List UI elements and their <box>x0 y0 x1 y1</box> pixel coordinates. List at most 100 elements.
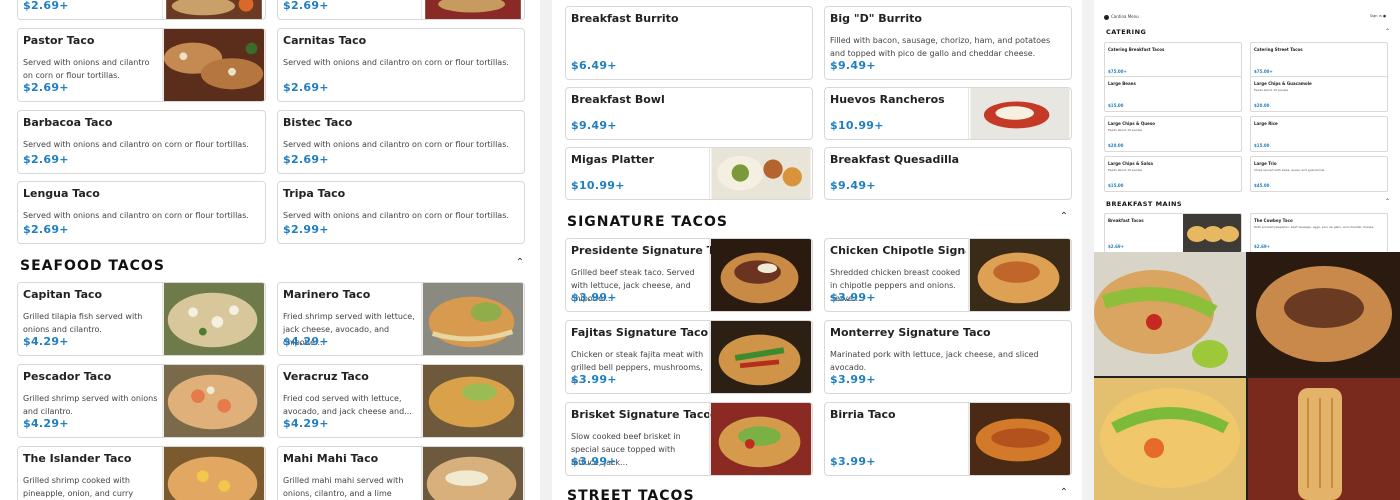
item-name: Huevos Rancheros <box>830 93 945 106</box>
mini-item-price: $75.00+ <box>1108 69 1127 74</box>
item-name: Chicken Chipotle Signatur... <box>830 244 966 257</box>
item-description: Served with onions and cilantro on corn … <box>23 211 249 220</box>
mini-item-price: $2.69+ <box>1254 244 1271 249</box>
item-name: Breakfast Quesadilla <box>830 153 960 166</box>
gallery-photo[interactable] <box>1248 378 1400 500</box>
menu-item-card[interactable]: Barbacoa Taco Served with onions and cil… <box>17 110 266 174</box>
menu-item-card[interactable]: Veracruz Taco Fried cod served with lett… <box>277 364 525 438</box>
menu-item-card[interactable]: $2.69+ <box>17 0 266 20</box>
menu-item-card[interactable]: Fajitas Signature Taco Chicken or steak … <box>565 320 813 394</box>
menu-item-card[interactable]: Capitan Taco Grilled tilapia fish served… <box>17 282 266 356</box>
menu-item-card[interactable]: Lengua Taco Served with onions and cilan… <box>17 181 266 244</box>
item-price: $9.49+ <box>830 179 876 192</box>
mini-item-description: Feeds about 10 people <box>1254 88 1289 92</box>
item-name: Lengua Taco <box>23 187 100 200</box>
mini-menu-card[interactable]: Large Chips & Queso Feeds about 10 peopl… <box>1104 116 1242 152</box>
menu-item-card[interactable]: Chicken Chipotle Signatur... Shredded ch… <box>824 238 1072 312</box>
menu-item-card[interactable]: Migas Platter $10.99+ <box>565 147 813 200</box>
mini-item-description: Feeds about 10 people <box>1108 128 1143 132</box>
item-price: $4.29+ <box>283 417 329 430</box>
gallery-photo[interactable] <box>1094 252 1246 376</box>
mini-menu-card[interactable]: Large Beans $15.00 <box>1104 76 1242 112</box>
mini-item-name: Breakfast Tacos <box>1108 218 1144 223</box>
item-name: Pescador Taco <box>23 370 112 383</box>
menu-item-card[interactable]: Breakfast Bowl $9.49+ <box>565 87 813 140</box>
item-price: $2.69+ <box>23 223 69 236</box>
mini-item-name: The Cowboy Taco <box>1254 218 1293 223</box>
item-price: $4.29+ <box>23 335 69 348</box>
mini-item-name: Catering Breakfast Tacos <box>1108 47 1165 52</box>
item-name: Barbacoa Taco <box>23 116 113 129</box>
menu-item-card[interactable]: Huevos Rancheros $10.99+ <box>824 87 1072 140</box>
item-name: Breakfast Bowl <box>571 93 665 106</box>
item-photo <box>709 239 812 311</box>
mini-menu-card[interactable]: Large Chips & Guacamole Feeds about 10 p… <box>1250 76 1388 112</box>
photo-gallery <box>1094 252 1400 500</box>
section-title-seafood: SEAFOOD TACOS <box>20 258 165 274</box>
item-price: $3.99+ <box>830 455 876 468</box>
menu-item-card[interactable]: Monterrey Signature Taco Marinated pork … <box>824 320 1072 394</box>
mini-menu-card[interactable]: Catering Street Tacos $75.00+ <box>1250 42 1388 78</box>
menu-item-card[interactable]: Pescador Taco Grilled shrimp served with… <box>17 364 266 438</box>
item-price: $6.49+ <box>571 59 617 72</box>
item-description: Grilled tilapia fish served with onions … <box>23 312 143 334</box>
mini-section-breakfast-mains: BREAKFAST MAINS <box>1106 200 1183 208</box>
mini-menu-card[interactable]: Large Chips & Salsa Feeds about 10 peopl… <box>1104 156 1242 192</box>
mini-logo-text: Cantina Menu <box>1111 14 1139 19</box>
mini-menu-card[interactable]: Breakfast Tacos $2.69+ <box>1104 213 1242 253</box>
item-photo <box>162 365 265 437</box>
mini-menu-card[interactable]: Large Trio Chips served with salsa, ques… <box>1250 156 1388 192</box>
item-name: Tripa Taco <box>283 187 346 200</box>
mini-header-right[interactable]: Sign in ● <box>1370 14 1386 18</box>
menu-item-card[interactable]: Mahi Mahi Taco Grilled mahi mahi served … <box>277 446 525 500</box>
menu-item-card[interactable]: Brisket Signature Taco Slow cooked beef … <box>565 402 813 476</box>
item-photo <box>709 148 812 199</box>
item-name: Breakfast Burrito <box>571 12 679 25</box>
menu-item-card[interactable]: $2.69+ <box>277 0 525 20</box>
menu-item-card[interactable]: Presidente Signature Taco Grilled beef s… <box>565 238 813 312</box>
menu-item-card[interactable]: Birria Taco $3.99+ <box>824 402 1072 476</box>
item-name: Birria Taco <box>830 408 896 421</box>
item-price: $2.69+ <box>283 0 329 12</box>
item-description: Filled with bacon, sausage, chorizo, ham… <box>830 36 1051 58</box>
mini-menu-card[interactable]: Large Rice $15.00 <box>1250 116 1388 152</box>
mini-item-name: Large Chips & Queso <box>1108 121 1155 126</box>
menu-item-card[interactable]: The Islander Taco Grilled shrimp cooked … <box>17 446 266 500</box>
mini-item-description: Feeds about 10 people <box>1108 168 1143 172</box>
gallery-photo[interactable] <box>1248 252 1400 376</box>
chevron-up-icon[interactable]: ⌃ <box>1385 28 1390 35</box>
item-photo <box>162 447 265 500</box>
mini-menu-card[interactable]: The Cowboy Taco With smoked jalapeños, b… <box>1250 213 1388 253</box>
section-title-signature: SIGNATURE TACOS <box>567 214 728 230</box>
item-description: Grilled mahi mahi served with onions, ci… <box>283 476 404 498</box>
chevron-up-icon[interactable]: ⌃ <box>1059 212 1069 222</box>
item-photo <box>709 403 812 475</box>
item-price: $3.99+ <box>830 291 876 304</box>
chevron-up-icon[interactable]: ⌃ <box>1385 198 1390 205</box>
menu-item-card[interactable]: Breakfast Burrito $6.49+ <box>565 6 813 80</box>
item-photo <box>968 239 1071 311</box>
menu-item-card[interactable]: Breakfast Quesadilla $9.49+ <box>824 147 1072 200</box>
item-photo <box>421 283 524 355</box>
menu-item-card[interactable]: Carnitas Taco Served with onions and cil… <box>277 28 525 102</box>
mini-logo[interactable]: Cantina Menu <box>1104 14 1139 20</box>
item-photo <box>421 0 524 19</box>
menu-item-card[interactable]: Tripa Taco Served with onions and cilant… <box>277 181 525 244</box>
chevron-up-icon[interactable]: ⌃ <box>515 258 525 268</box>
item-name: Veracruz Taco <box>283 370 369 383</box>
mini-item-price: $15.00 <box>1254 143 1270 148</box>
gallery-photo[interactable] <box>1094 378 1246 500</box>
mini-item-price: $15.00 <box>1108 103 1124 108</box>
menu-item-card[interactable]: Marinero Taco Fried shrimp served with l… <box>277 282 525 356</box>
chevron-up-icon[interactable]: ⌃ <box>1059 488 1069 498</box>
menu-item-card[interactable]: Pastor Taco Served with onions and cilan… <box>17 28 266 102</box>
item-price: $10.99+ <box>571 179 625 192</box>
item-description: Served with onions and cilantro on corn … <box>283 58 509 67</box>
menu-item-card[interactable]: Bistec Taco Served with onions and cilan… <box>277 110 525 174</box>
item-description: Grilled shrimp cooked with pineapple, on… <box>23 476 134 498</box>
menu-item-card[interactable]: Big "D" Burrito Filled with bacon, sausa… <box>824 6 1072 80</box>
item-price: $3.99+ <box>571 373 617 386</box>
mini-menu-card[interactable]: Catering Breakfast Tacos $75.00+ <box>1104 42 1242 78</box>
item-photo <box>421 447 524 500</box>
item-name: Mahi Mahi Taco <box>283 452 379 465</box>
